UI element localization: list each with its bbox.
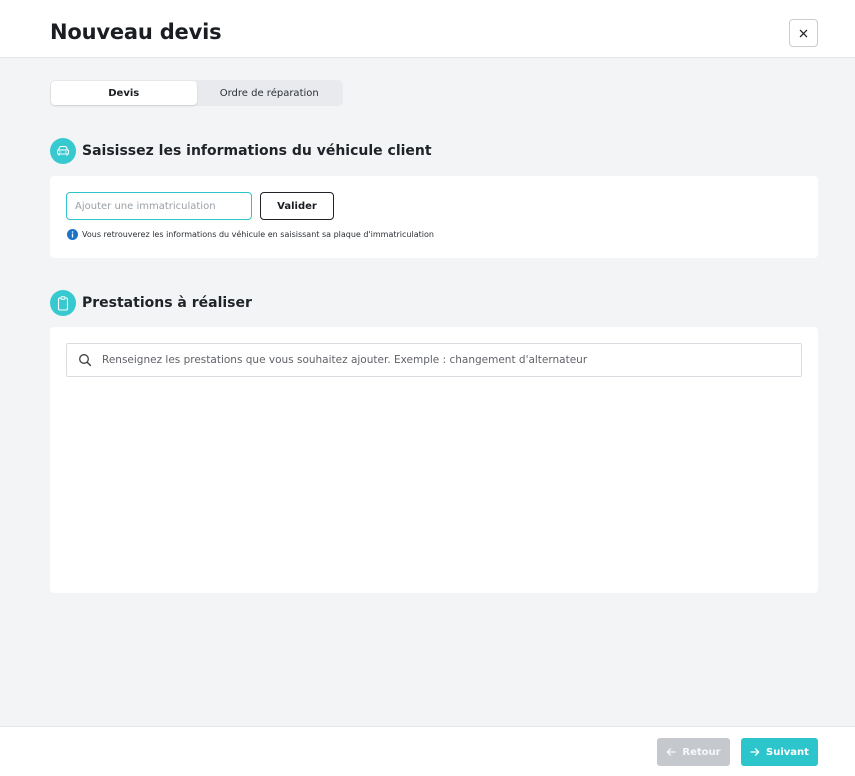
back-button[interactable]: Retour [657, 738, 730, 766]
back-button-label: Retour [682, 746, 721, 758]
car-icon [50, 138, 76, 164]
tab-bar: Devis Ordre de réparation [50, 80, 343, 106]
close-button[interactable] [789, 19, 818, 47]
info-icon [67, 229, 78, 240]
tab-ordre-de-reparation[interactable]: Ordre de réparation [197, 81, 343, 105]
next-button-label: Suivant [766, 746, 809, 758]
services-section-title: Prestations à réaliser [82, 295, 252, 311]
services-card [50, 327, 818, 593]
vehicle-section-header: Saisissez les informations du véhicule c… [50, 138, 432, 164]
arrow-right-icon [750, 748, 760, 756]
vehicle-section-title: Saisissez les informations du véhicule c… [82, 143, 432, 159]
arrow-left-icon [667, 748, 677, 756]
next-button[interactable]: Suivant [741, 738, 818, 766]
tab-devis[interactable]: Devis [51, 81, 197, 105]
clipboard-icon [50, 290, 76, 316]
validate-button[interactable]: Valider [260, 192, 334, 220]
services-search-box [66, 343, 802, 377]
modal-header: Nouveau devis [0, 0, 855, 58]
page-title: Nouveau devis [50, 20, 222, 44]
plate-hint-text: Vous retrouverez les informations du véh… [82, 230, 434, 239]
search-icon [79, 354, 92, 367]
services-search-input[interactable] [102, 354, 801, 366]
plate-hint: Vous retrouverez les informations du véh… [67, 229, 434, 240]
services-section-header: Prestations à réaliser [50, 290, 252, 316]
close-icon [799, 29, 808, 37]
plate-input[interactable] [66, 192, 252, 220]
modal-footer: Retour Suivant [0, 726, 855, 776]
vehicle-card: Valider Vous retrouverez les information… [50, 176, 818, 258]
